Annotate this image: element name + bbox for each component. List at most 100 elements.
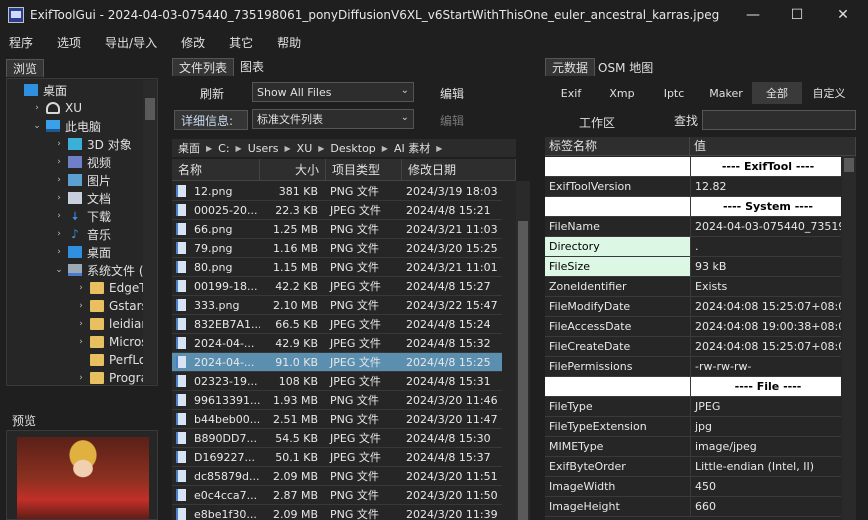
breadcrumb-segment[interactable]: AI 素材 bbox=[388, 140, 436, 156]
tab-metadata[interactable]: 元数据 bbox=[545, 58, 596, 76]
chevron-right-icon[interactable]: › bbox=[75, 301, 87, 311]
file-row[interactable]: 2024-04-... 91.0 KB JPEG 文件 2024/4/8 15:25 bbox=[172, 353, 502, 372]
tree-scrollbar[interactable] bbox=[143, 80, 157, 384]
menu-help[interactable]: 帮助 bbox=[268, 34, 310, 51]
chevron-right-icon[interactable]: › bbox=[53, 229, 65, 239]
details-combo[interactable]: 标准文件列表 ⌄ bbox=[252, 109, 414, 129]
metadata-row[interactable]: MIMEType image/jpeg bbox=[545, 437, 841, 457]
column-tag-name[interactable]: 标签名称 bbox=[545, 137, 690, 156]
file-row[interactable]: 79.png 1.16 MB PNG 文件 2024/3/20 15:25 bbox=[172, 239, 502, 258]
filter-iptc-button[interactable]: Iptc bbox=[654, 83, 694, 103]
breadcrumb-segment[interactable]: C: bbox=[212, 142, 235, 155]
tree-item[interactable]: ⌄ 系统文件 (C bbox=[53, 261, 152, 279]
file-row[interactable]: 00025-20... 22.3 KB JPEG 文件 2024/4/8 15:21 bbox=[172, 201, 502, 220]
chevron-right-icon[interactable]: › bbox=[53, 175, 65, 185]
file-row[interactable]: 66.png 1.25 MB PNG 文件 2024/3/21 11:03 bbox=[172, 220, 502, 239]
chevron-right-icon[interactable]: › bbox=[53, 247, 65, 257]
tab-file-list[interactable]: 文件列表 bbox=[172, 58, 235, 76]
tree-item[interactable]: PerfLog bbox=[75, 351, 154, 369]
tree-scrollbar-thumb[interactable] bbox=[145, 98, 155, 120]
file-row[interactable]: 80.png 1.15 MB PNG 文件 2024/3/21 11:01 bbox=[172, 258, 502, 277]
filter-maker-button[interactable]: Maker bbox=[704, 83, 748, 103]
metadata-row[interactable]: FileCreateDate 2024:04:08 15:25:07+08:00 bbox=[545, 337, 841, 357]
column-date[interactable]: 修改日期 bbox=[402, 159, 516, 181]
tree-item[interactable]: › XU bbox=[31, 99, 82, 117]
column-name[interactable]: 名称 bbox=[172, 159, 260, 181]
metadata-section-row[interactable]: ---- ExifTool ---- bbox=[545, 157, 841, 177]
chevron-right-icon[interactable]: › bbox=[53, 139, 65, 149]
tree-item[interactable]: › 🠇 下载 bbox=[53, 207, 111, 225]
chevron-right-icon[interactable]: › bbox=[53, 157, 65, 167]
close-button[interactable]: ✕ bbox=[820, 0, 866, 30]
breadcrumb-separator-icon[interactable]: ▶ bbox=[436, 144, 442, 153]
metadata-row[interactable]: FileModifyDate 2024:04:08 15:25:07+08:00 bbox=[545, 297, 841, 317]
file-row[interactable]: 12.png 381 KB PNG 文件 2024/3/19 18:03 bbox=[172, 182, 502, 201]
tree-item[interactable]: › 3D 对象 bbox=[53, 135, 132, 153]
tree-item[interactable]: › Prograr bbox=[75, 369, 153, 385]
chevron-right-icon[interactable]: › bbox=[31, 103, 43, 113]
metadata-row[interactable]: FileType JPEG bbox=[545, 397, 841, 417]
metadata-row[interactable]: ImageWidth 450 bbox=[545, 477, 841, 497]
chevron-right-icon[interactable]: › bbox=[75, 319, 87, 329]
menu-options[interactable]: 选项 bbox=[48, 34, 90, 51]
filter-combo[interactable]: Show All Files ⌄ bbox=[252, 82, 414, 102]
file-list[interactable]: 名称 大小 项目类型 修改日期 12.png 381 KB PNG 文件 2024/3… bbox=[172, 159, 516, 520]
folder-tree[interactable]: 桌面 › XU ⌄ 此电脑 › 3D 对象 › 视频 › 图片 › 文档 › 🠇 下载 › ♪ 音乐 › 桌面 ⌄ 系统文件… bbox=[6, 78, 158, 386]
file-row[interactable]: b44beb00... 2.51 MB PNG 文件 2024/3/20 11:47 bbox=[172, 410, 502, 429]
file-row[interactable]: D169227... 50.1 KB JPEG 文件 2024/4/8 15:37 bbox=[172, 448, 502, 467]
chevron-down-icon[interactable]: ⌄ bbox=[53, 265, 65, 275]
edit-filter-button[interactable]: 编辑 bbox=[432, 83, 472, 103]
column-type[interactable]: 项目类型 bbox=[326, 159, 402, 181]
metadata-scrollbar-thumb[interactable] bbox=[844, 158, 854, 172]
tab-osm-map[interactable]: OSM 地图 bbox=[592, 59, 659, 77]
metadata-row[interactable]: FileAccessDate 2024:04:08 19:00:38+08:00 bbox=[545, 317, 841, 337]
chevron-right-icon[interactable]: › bbox=[75, 337, 87, 347]
filter-exif-button[interactable]: Exif bbox=[553, 83, 589, 103]
metadata-row[interactable]: FilePermissions -rw-rw-rw- bbox=[545, 357, 841, 377]
file-list-scrollbar[interactable] bbox=[516, 181, 530, 520]
workspace-button[interactable]: 工作区 bbox=[574, 112, 620, 132]
chevron-right-icon[interactable]: › bbox=[53, 193, 65, 203]
metadata-row[interactable]: ZoneIdentifier Exists bbox=[545, 277, 841, 297]
metadata-scrollbar[interactable] bbox=[842, 156, 856, 520]
file-row[interactable]: 99613391... 1.93 MB PNG 文件 2024/3/20 11:46 bbox=[172, 391, 502, 410]
column-size[interactable]: 大小 bbox=[260, 159, 326, 181]
breadcrumb-segment[interactable]: Users bbox=[242, 142, 285, 155]
file-row[interactable]: dc85879d... 2.09 MB PNG 文件 2024/3/20 11:51 bbox=[172, 467, 502, 486]
chevron-right-icon[interactable]: › bbox=[75, 283, 87, 293]
column-value[interactable]: 值 bbox=[690, 137, 856, 156]
file-list-scrollbar-thumb[interactable] bbox=[518, 221, 528, 520]
edit-details-button[interactable]: 编辑 bbox=[432, 110, 472, 130]
chevron-right-icon[interactable]: › bbox=[53, 211, 65, 221]
file-row[interactable]: 02323-19... 108 KB JPEG 文件 2024/4/8 15:31 bbox=[172, 372, 502, 391]
breadcrumb-segment[interactable]: 桌面 bbox=[172, 140, 206, 156]
metadata-table[interactable]: 标签名称 值 ---- ExifTool ---- ExifToolVersion… bbox=[545, 137, 856, 520]
metadata-row[interactable]: Directory. bbox=[545, 237, 841, 257]
metadata-row[interactable]: ExifByteOrder Little-endian (Intel, II) bbox=[545, 457, 841, 477]
tree-item[interactable]: ⌄ 此电脑 bbox=[31, 117, 101, 135]
metadata-section-row[interactable]: ---- System ---- bbox=[545, 197, 841, 217]
breadcrumb-segment[interactable]: XU bbox=[291, 142, 319, 155]
tree-item[interactable]: › 图片 bbox=[53, 171, 111, 189]
chevron-right-icon[interactable]: › bbox=[75, 373, 87, 383]
search-input[interactable] bbox=[702, 110, 856, 130]
file-row[interactable]: B890DD7... 54.5 KB JPEG 文件 2024/4/8 15:30 bbox=[172, 429, 502, 448]
metadata-row[interactable]: ImageHeight 660 bbox=[545, 497, 841, 517]
file-row[interactable]: 832EB7A1... 66.5 KB JPEG 文件 2024/4/8 15:24 bbox=[172, 315, 502, 334]
menu-export-import[interactable]: 导出/导入 bbox=[96, 34, 166, 51]
maximize-button[interactable]: ☐ bbox=[774, 0, 820, 30]
metadata-row[interactable]: FileTypeExtension jpg bbox=[545, 417, 841, 437]
menu-program[interactable]: 程序 bbox=[0, 34, 42, 51]
file-row[interactable]: e8be1f30... 2.09 MB PNG 文件 2024/3/20 11:39 bbox=[172, 505, 502, 520]
file-row[interactable]: 333.png 2.10 MB PNG 文件 2024/3/22 15:47 bbox=[172, 296, 502, 315]
tab-chart[interactable]: 图表 bbox=[234, 58, 270, 76]
metadata-row[interactable]: ExifToolVersion 12.82 bbox=[545, 177, 841, 197]
filter-xmp-button[interactable]: Xmp bbox=[602, 83, 642, 103]
breadcrumb[interactable]: 桌面 ▶ C: ▶ Users ▶ XU ▶ Desktop ▶ AI 素材 ▶ bbox=[172, 139, 516, 157]
metadata-row[interactable]: FileSize 93 kB bbox=[545, 257, 841, 277]
minimize-button[interactable]: — bbox=[730, 0, 776, 30]
tree-item[interactable]: › leidian bbox=[75, 315, 149, 333]
menu-other[interactable]: 其它 bbox=[220, 34, 262, 51]
menu-modify[interactable]: 修改 bbox=[172, 34, 214, 51]
metadata-row[interactable]: FileName 2024-04-03-075440_7351980 bbox=[545, 217, 841, 237]
